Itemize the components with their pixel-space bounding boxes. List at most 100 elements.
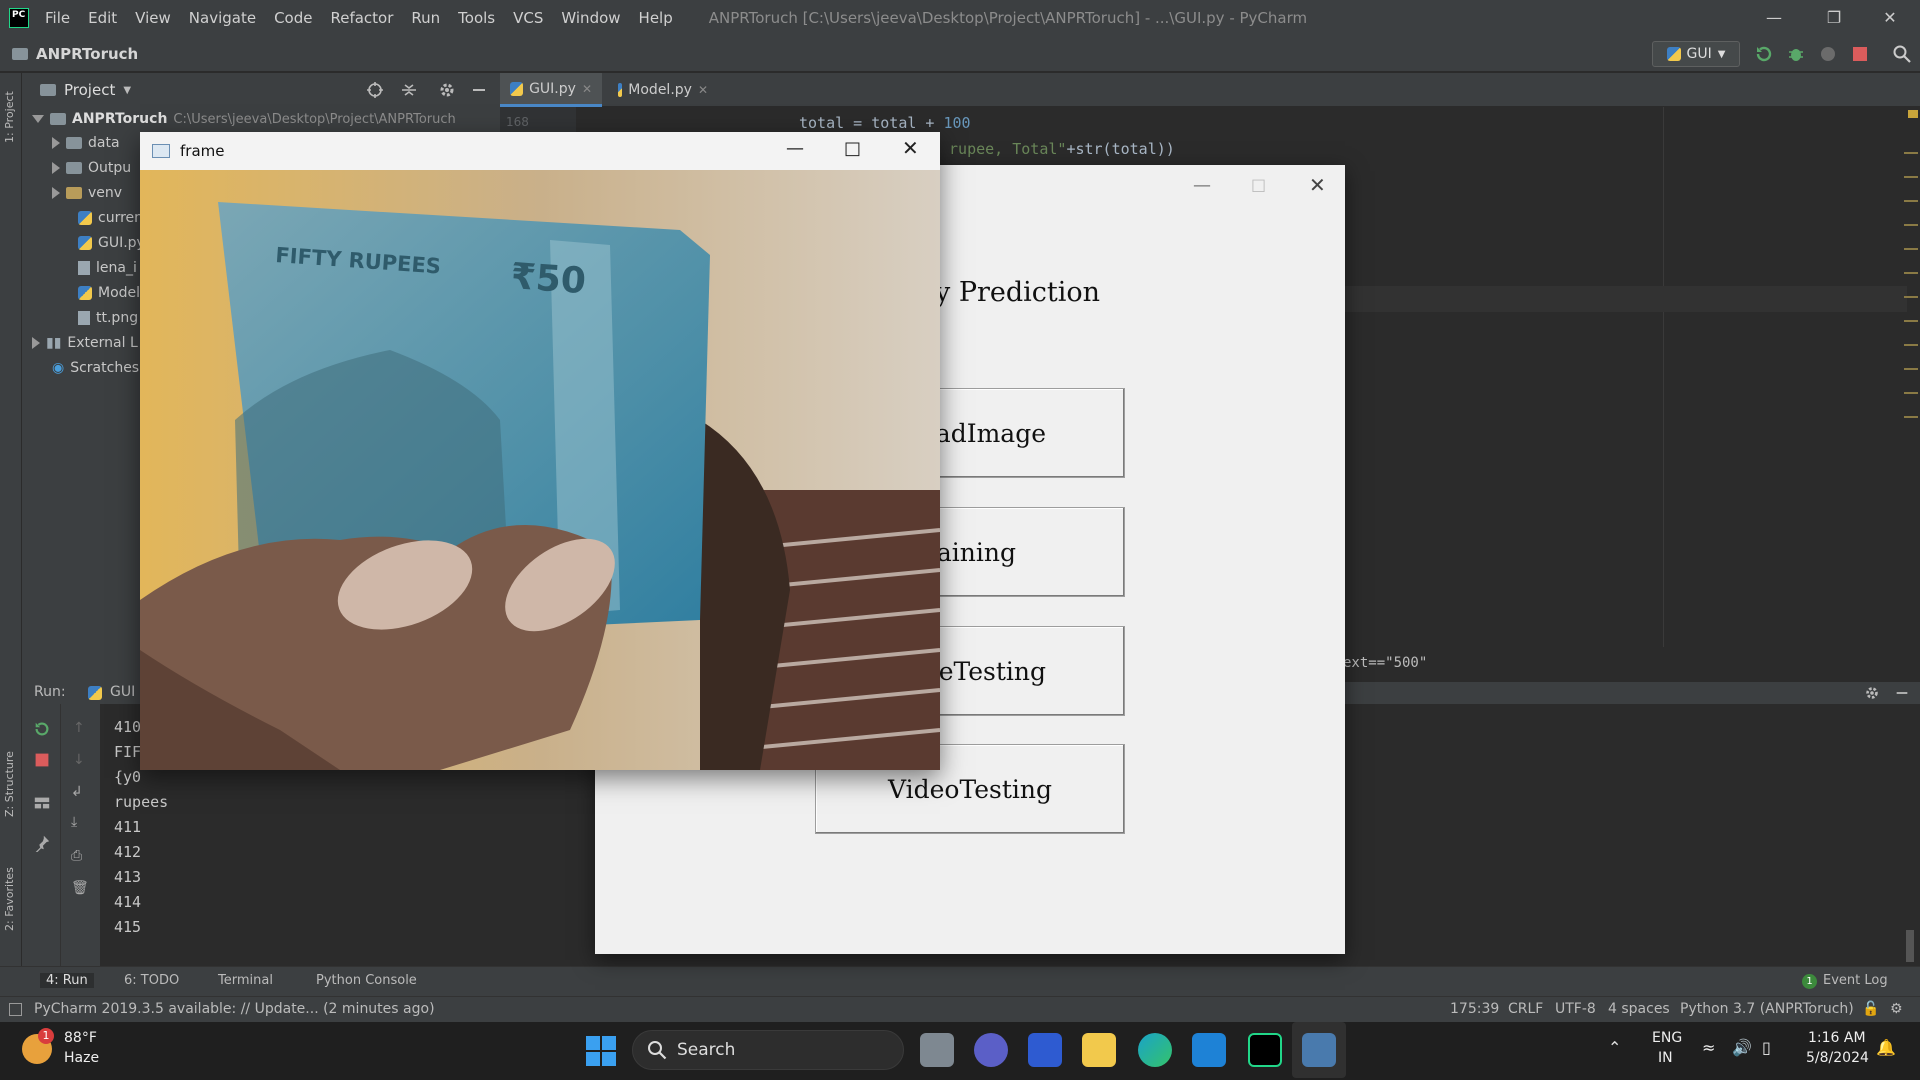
line-separator[interactable]: CRLF <box>1508 1001 1543 1017</box>
print-icon[interactable]: ⎙ <box>71 848 82 864</box>
clock-time[interactable]: 1:16 AM <box>1808 1030 1866 1046</box>
menu-tools[interactable]: Tools <box>458 9 495 27</box>
debug-icon[interactable] <box>1786 44 1806 64</box>
tree-item-output[interactable]: Outpu <box>52 156 131 180</box>
notification-bell-icon[interactable]: 🔔 <box>1876 1038 1896 1057</box>
close-button[interactable]: ✕ <box>1309 173 1326 197</box>
close-tab-icon[interactable]: ✕ <box>582 82 592 96</box>
menu-refactor[interactable]: Refactor <box>330 9 393 27</box>
gear-icon[interactable] <box>1864 685 1880 701</box>
arrow-up-icon[interactable]: ↑ <box>73 720 85 736</box>
tool-tab-terminal[interactable]: Terminal <box>218 973 273 988</box>
minimize-button[interactable]: — <box>786 138 804 159</box>
caret-position[interactable]: 175:39 <box>1450 1001 1499 1017</box>
layout-icon[interactable] <box>33 794 51 812</box>
weather-temp[interactable]: 88°F <box>64 1030 97 1046</box>
start-button[interactable] <box>586 1036 616 1066</box>
menu-file[interactable]: File <box>45 9 70 27</box>
console-scrollbar[interactable] <box>1906 930 1914 962</box>
tab-model-py[interactable]: Model.py ✕ <box>608 73 718 107</box>
file-encoding[interactable]: UTF-8 <box>1555 1001 1596 1017</box>
tree-item-data[interactable]: data <box>52 131 120 155</box>
close-tab-icon[interactable]: ✕ <box>698 83 708 97</box>
volume-icon[interactable]: 🔊 <box>1732 1038 1752 1057</box>
weather-desc[interactable]: Haze <box>64 1050 99 1066</box>
toggle-tool-windows-icon[interactable] <box>9 1003 22 1016</box>
minimize-button[interactable]: — <box>1193 175 1211 196</box>
python-interpreter[interactable]: Python 3.7 (ANPRToruch) <box>1680 1001 1854 1017</box>
profile-icon[interactable] <box>1818 44 1838 64</box>
menu-vcs[interactable]: VCS <box>513 9 543 27</box>
run-tab-gui[interactable]: GUI <box>110 684 135 700</box>
project-panel-title[interactable]: Project <box>64 81 115 99</box>
rerun-icon[interactable] <box>33 720 51 738</box>
scroll-to-end-icon[interactable]: ⤓ <box>71 814 77 830</box>
warning-marker[interactable] <box>1908 110 1918 118</box>
hide-panel-icon[interactable] <box>470 81 488 99</box>
tree-item-venv[interactable]: venv <box>52 181 122 205</box>
gear-icon[interactable] <box>438 81 456 99</box>
locate-icon[interactable] <box>366 81 384 99</box>
menu-run[interactable]: Run <box>411 9 440 27</box>
chevron-up-icon[interactable]: ⌃ <box>1608 1038 1621 1057</box>
arrow-down-icon[interactable]: ↓ <box>73 752 85 768</box>
tree-item-model[interactable]: Model <box>78 281 140 305</box>
run-config-select[interactable]: GUI ▼ <box>1652 41 1740 67</box>
clock-date[interactable]: 5/8/2024 <box>1806 1050 1869 1066</box>
tool-tab-python-console[interactable]: Python Console <box>316 973 417 988</box>
minimize-button[interactable]: — <box>1744 0 1804 36</box>
menu-code[interactable]: Code <box>274 9 312 27</box>
search-icon[interactable] <box>1892 44 1912 64</box>
project-tool-button[interactable]: 1: Project <box>3 91 16 143</box>
hide-panel-icon[interactable] <box>1894 685 1910 701</box>
tool-tab-run[interactable]: 4: Run <box>40 973 94 988</box>
menu-view[interactable]: View <box>135 9 171 27</box>
tree-item-lena[interactable]: lena_i <box>78 256 137 280</box>
event-log-button[interactable]: Event Log <box>1823 973 1888 988</box>
teams-icon[interactable] <box>974 1033 1008 1067</box>
stop-icon[interactable] <box>1850 44 1870 64</box>
soft-wrap-icon[interactable]: ↲ <box>71 784 83 800</box>
tree-item-external-libraries[interactable]: ▮▮ External L <box>32 331 138 355</box>
tool-tab-todo[interactable]: 6: TODO <box>124 973 179 988</box>
tree-item-gui[interactable]: GUI.py <box>78 231 145 255</box>
battery-icon[interactable]: ▯ <box>1762 1038 1771 1057</box>
menu-help[interactable]: Help <box>639 9 673 27</box>
close-button[interactable]: ✕ <box>902 136 919 160</box>
menu-navigate[interactable]: Navigate <box>189 9 256 27</box>
frame-titlebar[interactable]: frame — □ ✕ <box>140 132 940 170</box>
maximize-button[interactable]: □ <box>1251 175 1266 194</box>
lock-icon[interactable]: 🔓 <box>1862 1001 1879 1017</box>
pycharm-taskbar-icon[interactable] <box>1248 1033 1282 1067</box>
menu-window[interactable]: Window <box>561 9 620 27</box>
task-view-icon[interactable] <box>920 1033 954 1067</box>
tree-item-scratches[interactable]: ◉ Scratches <box>52 356 139 380</box>
indent-setting[interactable]: 4 spaces <box>1608 1001 1670 1017</box>
tree-item-tt[interactable]: tt.png <box>78 306 138 330</box>
taskbar-search[interactable]: Search <box>632 1030 904 1070</box>
language-line1[interactable]: ENG <box>1652 1030 1682 1046</box>
file-explorer-icon[interactable] <box>1082 1033 1116 1067</box>
favorites-tool-button[interactable]: 2: Favorites <box>3 867 16 931</box>
app-icon[interactable] <box>1028 1033 1062 1067</box>
tab-gui-py[interactable]: GUI.py ✕ <box>500 73 602 107</box>
collapse-all-icon[interactable] <box>400 81 418 99</box>
pin-icon[interactable] <box>33 834 51 852</box>
close-button[interactable]: ✕ <box>1860 0 1920 36</box>
chevron-down-icon[interactable]: ▼ <box>123 85 131 96</box>
stop-icon[interactable] <box>34 752 50 768</box>
tree-root[interactable]: ANPRToruch C:\Users\jeeva\Desktop\Projec… <box>32 107 456 131</box>
rerun-icon[interactable] <box>1754 44 1774 64</box>
vscode-icon[interactable] <box>1192 1033 1226 1067</box>
menu-edit[interactable]: Edit <box>88 9 117 27</box>
edge-browser-icon[interactable] <box>1138 1033 1172 1067</box>
status-message[interactable]: PyCharm 2019.3.5 available: // Update...… <box>34 1001 435 1017</box>
inspector-icon[interactable]: ⚙ <box>1890 1001 1903 1017</box>
trash-icon[interactable]: 🗑 <box>71 880 89 896</box>
tree-item-current[interactable]: curren <box>78 206 143 230</box>
language-line2[interactable]: IN <box>1658 1050 1673 1066</box>
wifi-icon[interactable]: ≈ <box>1702 1038 1715 1057</box>
structure-tool-button[interactable]: Z: Structure <box>3 751 16 817</box>
restore-button[interactable]: ❐ <box>1804 0 1864 36</box>
breadcrumb[interactable]: ANPRToruch <box>12 45 138 63</box>
